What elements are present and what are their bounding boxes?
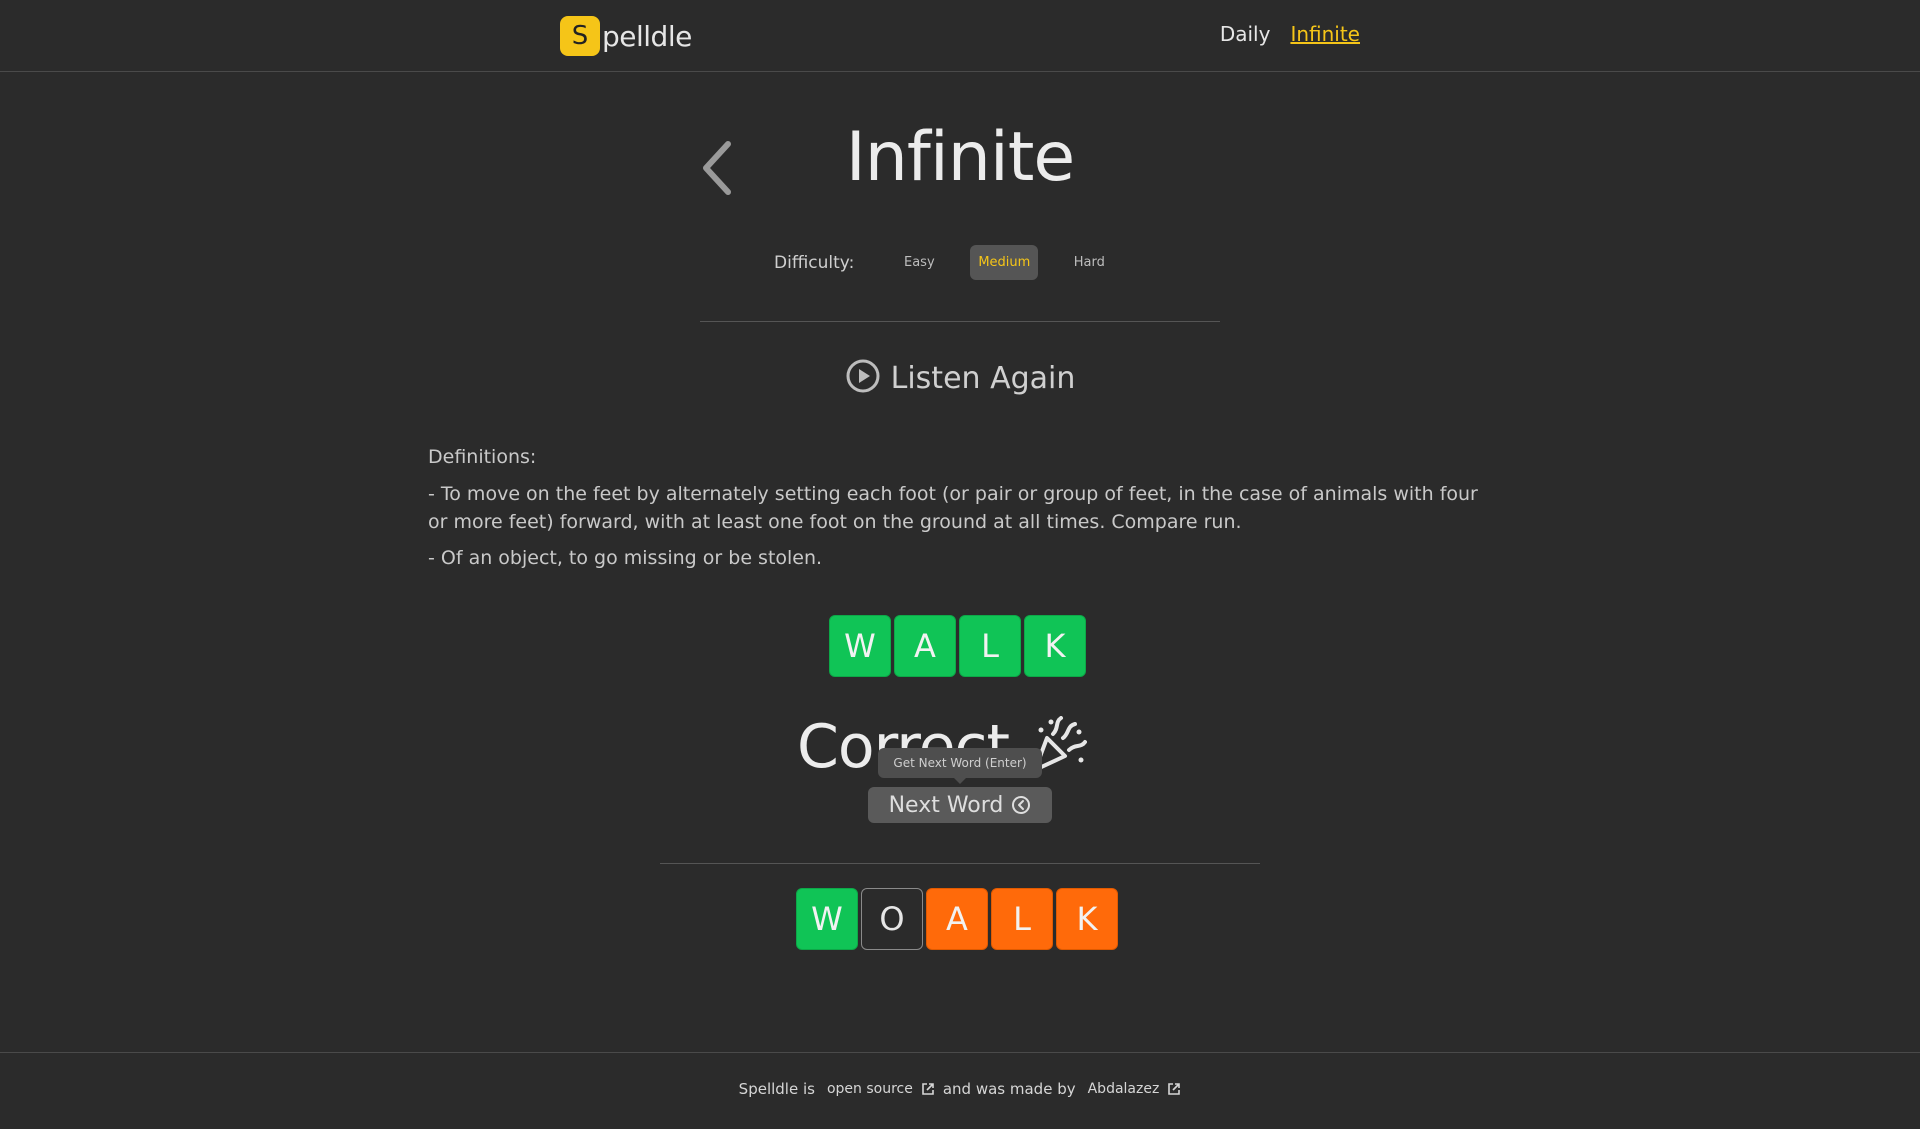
answer-tile: K — [1024, 615, 1086, 677]
definitions-title: Definitions: — [428, 446, 537, 468]
next-word-label: Next Word — [888, 792, 1004, 818]
open-source-label: open source — [826, 1081, 913, 1097]
open-source-link[interactable]: open source — [823, 1081, 935, 1097]
main-nav: Daily Infinite — [1220, 22, 1360, 46]
difficulty-hard-button[interactable]: Hard — [1062, 245, 1116, 280]
footer: Spelldle is open source and was made by … — [0, 1052, 1920, 1129]
footer-prefix: Spelldle is — [738, 1080, 815, 1098]
author-label: Abdalazez — [1087, 1081, 1160, 1097]
nav-daily-link[interactable]: Daily — [1220, 22, 1271, 46]
listen-again-button[interactable]: Listen Again — [0, 358, 1920, 398]
guess-tile: O — [861, 888, 923, 950]
author-link[interactable]: Abdalazez — [1084, 1081, 1182, 1097]
answer-tile: W — [829, 615, 891, 677]
guess-tile: A — [926, 888, 988, 950]
guess-tile: K — [1056, 888, 1118, 950]
chevron-circle-icon — [1011, 795, 1031, 815]
answer-tile: A — [894, 615, 956, 677]
definition-item: - To move on the feet by alternately set… — [428, 483, 1478, 533]
footer-text: Spelldle is open source and was made by … — [0, 1080, 1920, 1098]
difficulty-easy-button[interactable]: Easy — [892, 245, 946, 280]
divider — [700, 321, 1220, 322]
page-title: Infinite — [845, 118, 1075, 197]
logo-badge: S — [560, 16, 600, 56]
answer-tile: L — [959, 615, 1021, 677]
definition-item: - Of an object, to go missing or be stol… — [428, 547, 823, 569]
divider — [660, 863, 1260, 864]
top-bar: S pelldle Daily Infinite — [0, 0, 1920, 72]
guess-tile: L — [991, 888, 1053, 950]
external-link-icon — [922, 1083, 934, 1095]
guess-tile: W — [796, 888, 858, 950]
guess-row: W O A L K — [796, 888, 1118, 950]
nav-infinite-link[interactable]: Infinite — [1290, 22, 1360, 46]
next-word-tooltip: Get Next Word (Enter) — [878, 748, 1042, 784]
logo-text: pelldle — [602, 19, 692, 53]
listen-again-label: Listen Again — [890, 360, 1076, 396]
external-link-icon — [1168, 1083, 1181, 1095]
difficulty-selector: Difficulty: Easy Medium Hard — [774, 245, 1140, 280]
definitions: Definitions: - To move on the feet by al… — [428, 446, 1493, 580]
answer-tiles: W A L K — [829, 615, 1086, 677]
difficulty-medium-button[interactable]: Medium — [970, 245, 1039, 280]
next-word-button[interactable]: Next Word — [868, 787, 1052, 823]
play-circle-icon — [845, 358, 881, 398]
logo[interactable]: S pelldle — [560, 16, 692, 56]
footer-middle: and was made by — [942, 1080, 1076, 1098]
difficulty-label: Difficulty: — [774, 252, 855, 273]
